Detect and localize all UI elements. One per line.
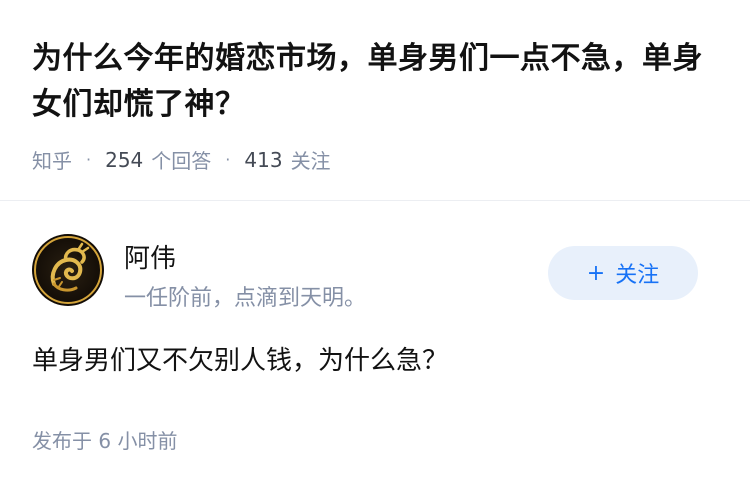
avatar[interactable]: [32, 234, 104, 306]
answer-publish-time: 发布于 6 小时前: [32, 429, 178, 453]
follow-button-label: 关注: [615, 263, 660, 288]
source-label[interactable]: 知乎: [32, 145, 72, 174]
question-title[interactable]: 为什么今年的婚恋市场，单身男们一点不急，单身女们却慌了神？: [32, 36, 712, 128]
answer-count-label[interactable]: 个回答: [151, 145, 211, 174]
answer-count: 254: [105, 147, 144, 172]
question-meta: 知乎 · 254 个回答 · 413 关注: [32, 145, 331, 174]
follow-button[interactable]: + 关注: [548, 246, 698, 300]
answer-content[interactable]: 单身男们又不欠别人钱，为什么急？: [32, 340, 448, 377]
question-header: 为什么今年的婚恋市场，单身男们一点不急，单身女们却慌了神？ 知乎 · 254 个…: [0, 0, 750, 200]
answer-author-row: 阿伟 一任阶前，点滴到天明。 + 关注: [32, 234, 718, 312]
separator-dot: ·: [225, 150, 231, 169]
follow-count-label: 关注: [290, 149, 331, 173]
section-divider: [0, 200, 750, 201]
follow-count: 413: [244, 147, 283, 172]
author-name[interactable]: 阿伟: [124, 238, 176, 275]
plus-icon: +: [586, 260, 606, 286]
separator-dot: ·: [86, 150, 92, 169]
author-bio: 一任阶前，点滴到天明。: [124, 286, 367, 311]
golden-dragon-emblem-icon: [34, 236, 102, 304]
